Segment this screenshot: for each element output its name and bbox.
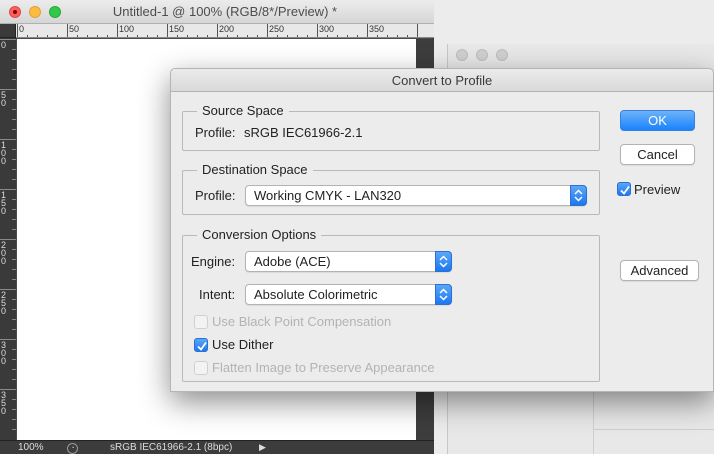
ruler-label: 350 bbox=[1, 390, 7, 416]
preview-label: Preview bbox=[634, 182, 681, 197]
inactive-maximize-button[interactable] bbox=[496, 49, 508, 61]
preview-checkbox[interactable] bbox=[617, 182, 631, 196]
destination-profile-value: Working CMYK - LAN320 bbox=[254, 188, 402, 203]
popup-arrows-icon bbox=[435, 251, 452, 272]
status-menu-arrow-icon[interactable]: ▶ bbox=[259, 442, 266, 453]
close-window-button[interactable] bbox=[9, 6, 21, 18]
cancel-button[interactable]: Cancel bbox=[620, 144, 695, 165]
checkmark-icon bbox=[620, 185, 630, 195]
minimize-window-button[interactable] bbox=[29, 6, 41, 18]
ruler-label: 200 bbox=[219, 24, 235, 34]
ruler-label: 50 bbox=[69, 24, 80, 34]
ruler-origin[interactable] bbox=[0, 24, 16, 38]
ruler-label: 300 bbox=[1, 340, 7, 366]
ruler-label: 250 bbox=[269, 24, 285, 34]
source-profile-value: sRGB IEC61966-2.1 bbox=[244, 125, 363, 140]
ruler-label: 250 bbox=[1, 290, 7, 316]
ruler-label: 200 bbox=[1, 240, 7, 266]
dialog-title: Convert to Profile bbox=[391, 73, 493, 88]
document-info-icon[interactable]: ◔ bbox=[67, 443, 78, 454]
inactive-close-button[interactable] bbox=[456, 49, 468, 61]
ruler-label: 50 bbox=[1, 90, 7, 108]
popup-arrows-icon bbox=[435, 284, 452, 305]
destination-space-group: Destination Space Profile: Working CMYK … bbox=[182, 162, 600, 215]
engine-value: Adobe (ACE) bbox=[254, 254, 331, 269]
ruler-label: 100 bbox=[119, 24, 135, 34]
inactive-minimize-button[interactable] bbox=[476, 49, 488, 61]
flatten-image-label: Flatten Image to Preserve Appearance bbox=[212, 360, 435, 375]
popup-arrows-icon bbox=[570, 185, 587, 206]
group-title: Destination Space bbox=[197, 162, 313, 177]
group-title: Source Space bbox=[197, 103, 289, 118]
destination-profile-label: Profile: bbox=[195, 188, 236, 203]
dialog-titlebar[interactable]: Convert to Profile bbox=[171, 69, 713, 92]
advanced-button[interactable]: Advanced bbox=[620, 260, 699, 281]
zoom-level[interactable]: 100% bbox=[18, 442, 44, 453]
checkmark-icon bbox=[197, 341, 207, 351]
intent-select[interactable]: Absolute Colorimetric bbox=[245, 284, 452, 305]
document-titlebar[interactable]: Untitled-1 @ 100% (RGB/8*/Preview) * bbox=[0, 0, 434, 24]
ruler-label: 300 bbox=[319, 24, 335, 34]
document-profile-status: sRGB IEC61966-2.1 (8bpc) bbox=[110, 442, 233, 453]
maximize-window-button[interactable] bbox=[49, 6, 61, 18]
ruler-label: 0 bbox=[1, 40, 7, 50]
black-point-compensation-checkbox[interactable] bbox=[194, 315, 208, 329]
use-dither-checkbox[interactable] bbox=[194, 338, 208, 352]
ok-button[interactable]: OK bbox=[620, 110, 695, 131]
ruler-label: 100 bbox=[1, 140, 7, 166]
black-point-compensation-label: Use Black Point Compensation bbox=[212, 314, 392, 329]
divider bbox=[593, 429, 714, 430]
ruler-label: 0 bbox=[19, 24, 25, 34]
intent-value: Absolute Colorimetric bbox=[254, 287, 378, 302]
flatten-image-checkbox[interactable] bbox=[194, 361, 208, 375]
ruler-label: 150 bbox=[169, 24, 185, 34]
document-title: Untitled-1 @ 100% (RGB/8*/Preview) * bbox=[112, 4, 338, 19]
horizontal-ruler[interactable]: 0 50 100 150 200 250 300 350 bbox=[16, 24, 434, 38]
group-title: Conversion Options bbox=[197, 227, 322, 242]
ruler-label: 150 bbox=[1, 190, 7, 216]
convert-to-profile-dialog: Convert to Profile Source Space Profile:… bbox=[170, 68, 714, 392]
vertical-ruler[interactable]: 0 50 100 150 200 250 300 350 bbox=[0, 38, 16, 440]
conversion-options-group: Conversion Options Engine: Adobe (ACE) I… bbox=[182, 227, 600, 382]
intent-label: Intent: bbox=[199, 287, 236, 302]
engine-label: Engine: bbox=[191, 254, 236, 269]
engine-select[interactable]: Adobe (ACE) bbox=[245, 251, 452, 272]
use-dither-label: Use Dither bbox=[212, 337, 274, 352]
destination-profile-select[interactable]: Working CMYK - LAN320 bbox=[245, 185, 587, 206]
ruler-label: 350 bbox=[369, 24, 385, 34]
source-space-group: Source Space Profile: sRGB IEC61966-2.1 bbox=[182, 103, 600, 151]
status-bar: 100% ◔ sRGB IEC61966-2.1 (8bpc) ▶ bbox=[0, 440, 434, 454]
source-profile-label: Profile: bbox=[195, 125, 236, 140]
